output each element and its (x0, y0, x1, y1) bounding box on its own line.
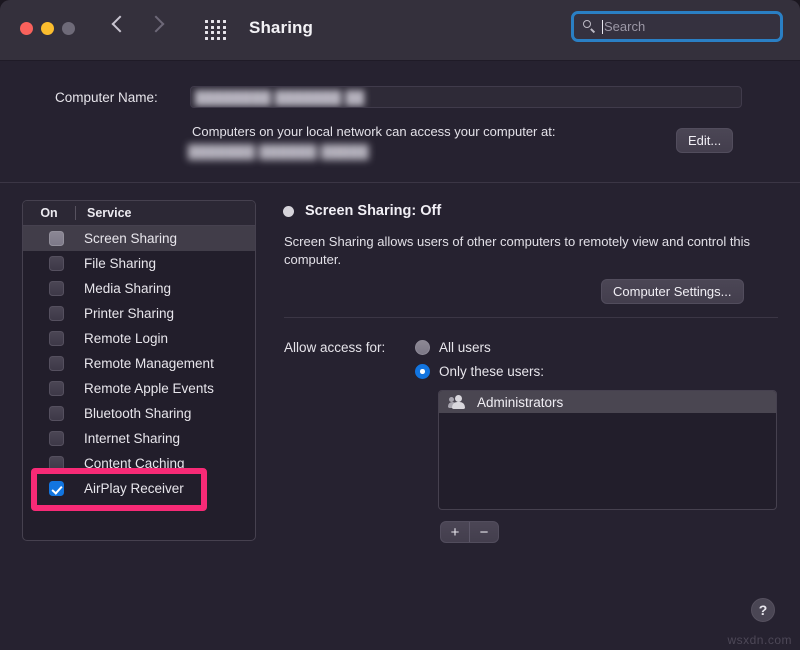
computer-name-label: Computer Name: (55, 90, 158, 105)
service-name: AirPlay Receiver (84, 481, 184, 496)
service-checkbox[interactable] (49, 381, 64, 396)
add-user-button[interactable]: + (441, 522, 469, 542)
service-checkbox[interactable] (49, 431, 64, 446)
service-checkbox[interactable] (49, 331, 64, 346)
services-list-panel: On Service Screen Sharing File Sharing Med… (22, 200, 256, 541)
zoom-button[interactable] (62, 22, 75, 35)
search-field[interactable]: Search (571, 11, 783, 42)
back-arrow-icon[interactable] (112, 14, 126, 36)
column-header-service: Service (76, 206, 131, 220)
remove-user-button[interactable]: − (469, 522, 498, 542)
grid-view-icon[interactable] (205, 20, 227, 40)
service-name: Printer Sharing (84, 306, 174, 321)
section-divider (0, 182, 800, 183)
service-row[interactable]: Remote Management (23, 351, 255, 376)
group-icon (449, 395, 469, 409)
search-placeholder: Search (604, 19, 645, 34)
radio-all-users[interactable]: All users (415, 340, 491, 355)
service-checkbox[interactable] (49, 406, 64, 421)
page-title: Sharing (249, 18, 313, 38)
search-icon (583, 20, 596, 33)
status-label: Screen Sharing: Off (305, 203, 441, 219)
service-checkbox[interactable] (49, 306, 64, 321)
computer-name-input[interactable]: ████████ ███████ ██ (190, 86, 742, 108)
help-button[interactable]: ? (751, 598, 775, 622)
service-row[interactable]: Remote Apple Events (23, 376, 255, 401)
service-checkbox[interactable] (49, 281, 64, 296)
radio-only-these-users-button[interactable] (415, 364, 430, 379)
watermark: wsxdn.com (727, 633, 792, 647)
service-row[interactable]: Content Caching (23, 451, 255, 476)
computer-name-value: ████████ ███████ ██ (195, 90, 365, 105)
service-checkbox[interactable] (49, 231, 64, 246)
service-row[interactable]: Printer Sharing (23, 301, 255, 326)
user-group-name: Administrators (477, 395, 563, 410)
computer-settings-button[interactable]: Computer Settings... (601, 279, 744, 304)
service-name: File Sharing (84, 256, 156, 271)
allowed-users-list[interactable]: Administrators (438, 390, 777, 510)
radio-all-users-label: All users (439, 340, 491, 355)
title-bar: Sharing Search (0, 0, 800, 61)
service-row[interactable]: Remote Login (23, 326, 255, 351)
services-rows: Screen Sharing File Sharing Media Sharing P… (23, 226, 255, 501)
service-name: Content Caching (84, 456, 185, 471)
service-checkbox[interactable] (49, 256, 64, 271)
radio-only-these-users-label: Only these users: (439, 364, 544, 379)
minimize-button[interactable] (41, 22, 54, 35)
sharing-preferences-window: Sharing Search Computer Name: ████████ █… (0, 0, 800, 650)
service-name: Internet Sharing (84, 431, 180, 446)
service-checkbox[interactable] (49, 456, 64, 471)
service-row[interactable]: Bluetooth Sharing (23, 401, 255, 426)
service-row[interactable]: Media Sharing (23, 276, 255, 301)
text-cursor (602, 20, 603, 34)
detail-divider (284, 317, 778, 318)
service-name: Media Sharing (84, 281, 171, 296)
list-item[interactable]: Administrators (439, 391, 776, 413)
radio-only-these-users[interactable]: Only these users: (415, 364, 544, 379)
edit-button[interactable]: Edit... (676, 128, 733, 153)
service-name: Remote Apple Events (84, 381, 214, 396)
service-row[interactable]: Internet Sharing (23, 426, 255, 451)
service-name: Screen Sharing (84, 231, 177, 246)
computer-name-row: Computer Name: ████████ ███████ ██ (0, 86, 800, 114)
add-remove-user-controls: + − (440, 521, 499, 543)
close-button[interactable] (20, 22, 33, 35)
service-description: Screen Sharing allows users of other com… (284, 233, 771, 269)
radio-all-users-button[interactable] (415, 340, 430, 355)
navigation-arrows (112, 14, 162, 36)
service-checkbox[interactable] (49, 481, 64, 496)
status-indicator-dot (283, 206, 294, 217)
service-row[interactable]: AirPlay Receiver (23, 476, 255, 501)
service-name: Remote Management (84, 356, 214, 371)
services-table-header: On Service (23, 201, 255, 226)
service-name: Remote Login (84, 331, 168, 346)
service-row[interactable]: Screen Sharing (23, 226, 255, 251)
service-checkbox[interactable] (49, 356, 64, 371)
allow-access-label: Allow access for: (284, 340, 385, 355)
service-name: Bluetooth Sharing (84, 406, 191, 421)
traffic-lights (20, 22, 75, 35)
service-row[interactable]: File Sharing (23, 251, 255, 276)
local-hostname-value: ███████ ██████ █████ (188, 144, 369, 159)
service-status: Screen Sharing: Off (283, 203, 441, 219)
column-header-on: On (23, 206, 75, 220)
network-access-note: Computers on your local network can acce… (192, 124, 555, 139)
forward-arrow-icon[interactable] (148, 14, 162, 36)
